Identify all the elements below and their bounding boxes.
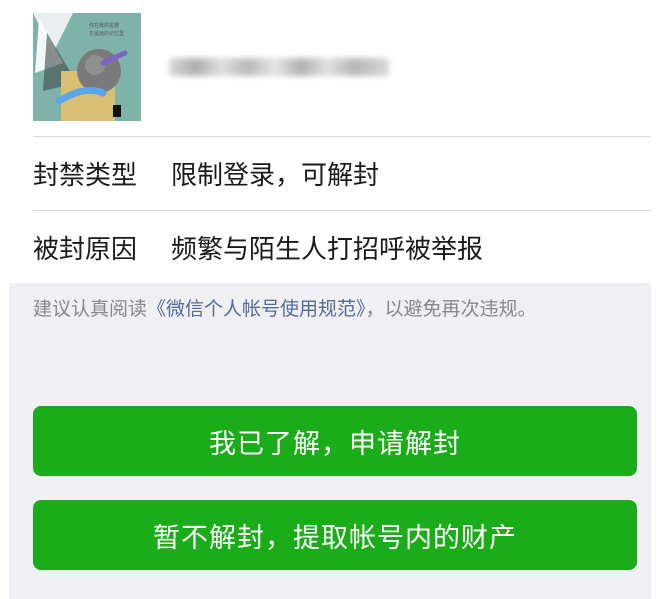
avatar-caption-2: 在遥远的记忆里 [89, 30, 124, 37]
withdraw-assets-button[interactable]: 暂不解封，提取帐号内的财产 [33, 500, 637, 570]
policy-link[interactable]: 《微信个人帐号使用规范》 [147, 298, 366, 320]
ban-reason-value: 频繁与陌生人打招呼被举报 [171, 234, 484, 265]
ban-type-value: 限制登录，可解封 [171, 160, 380, 191]
notice-prefix: 建议认真阅读 [33, 298, 148, 320]
policy-notice: 建议认真阅读《微信个人帐号使用规范》，以避免再次违规。 [33, 293, 623, 326]
withdraw-assets-label: 暂不解封，提取帐号内的财产 [153, 522, 517, 554]
apply-unblock-label: 我已了解，申请解封 [209, 428, 461, 460]
avatar-artwork-icon: 你在我的星野 在遥远的记忆里 [33, 13, 141, 121]
ban-notice-panel: 你在我的星野 在遥远的记忆里 封禁类型 限制登录，可解封 被封原因 频繁与陌生人… [9, 0, 651, 599]
avatar-caption-1: 你在我的星野 [89, 22, 119, 29]
ban-reason-row: 被封原因 频繁与陌生人打招呼被举报 [33, 211, 483, 283]
apply-unblock-button[interactable]: 我已了解，申请解封 [33, 406, 637, 476]
action-area: 建议认真阅读《微信个人帐号使用规范》，以避免再次违规。 我已了解，申请解封 暂不… [9, 283, 651, 599]
ban-type-label: 封禁类型 [33, 160, 138, 191]
ban-type-row: 封禁类型 限制登录，可解封 [33, 137, 379, 209]
notice-suffix: ，以避免再次违规。 [365, 298, 537, 320]
blurred-account-name [169, 58, 389, 76]
ban-reason-label: 被封原因 [33, 234, 138, 265]
profile-header: 你在我的星野 在遥远的记忆里 [9, 0, 651, 136]
avatar[interactable]: 你在我的星野 在遥远的记忆里 [33, 13, 141, 121]
